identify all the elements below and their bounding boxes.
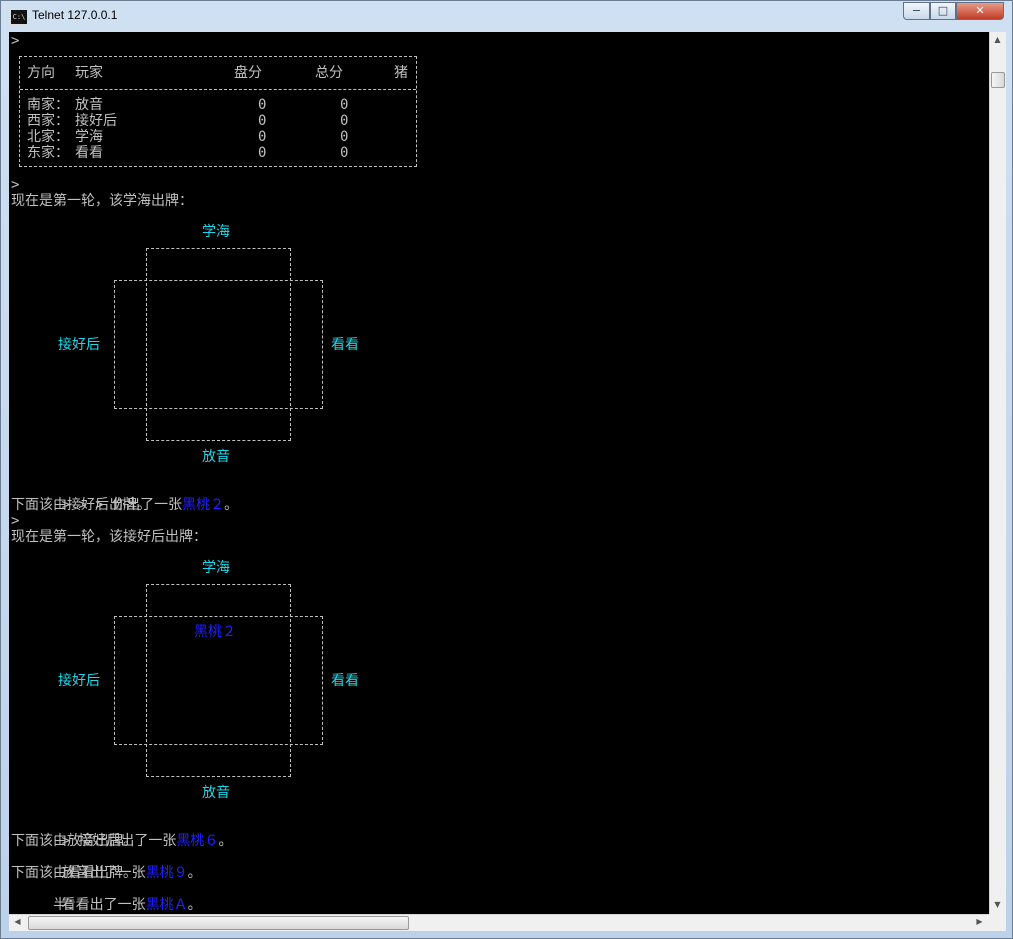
seat-north: 学海 <box>202 224 230 240</box>
card-name: 黑桃２ <box>182 497 225 513</box>
card-name: 黑桃９ <box>145 865 188 881</box>
row-round-score: 0 <box>258 129 267 145</box>
console-app-icon[interactable]: C:\ <box>10 9 28 25</box>
seat-north: 学海 <box>202 560 230 576</box>
row-direction: 北家： <box>27 129 69 145</box>
console-output[interactable]: > 方向 玩家 盘分 总分 猪 南家： 放音 0 0 西家： 接好后 0 0 北… <box>9 32 989 914</box>
close-button[interactable]: ✕ <box>956 2 1004 20</box>
card-name: 黑桃６ <box>176 833 219 849</box>
row-player: 放音 <box>75 97 103 113</box>
prompt-line: > <box>11 177 20 193</box>
header-player: 玩家 <box>75 65 103 81</box>
arrow-left-icon[interactable]: ◀ <box>10 917 25 926</box>
next-turn: 下面该由放音出牌。 <box>11 833 137 849</box>
row-total-score: 0 <box>340 129 349 145</box>
row-direction: 西家： <box>27 113 69 129</box>
round-status: 现在是第一轮，该学海出牌： <box>11 193 193 209</box>
minimize-button[interactable]: − <box>903 2 930 20</box>
title-bar[interactable]: C:\ Telnet 127.0.0.1 − □ ✕ <box>1 1 1012 31</box>
score-table: 方向 玩家 盘分 总分 猪 南家： 放音 0 0 西家： 接好后 0 0 北家：… <box>19 56 417 167</box>
row-total-score: 0 <box>340 145 349 161</box>
telnet-window: C:\ Telnet 127.0.0.1 − □ ✕ > 方向 玩家 盘分 总分… <box>0 0 1013 939</box>
seat-east: 看看 <box>331 673 359 689</box>
row-player: 接好后 <box>75 113 117 129</box>
table-divider <box>20 89 416 90</box>
horizontal-scroll-thumb[interactable] <box>28 916 409 930</box>
vertical-scrollbar[interactable]: ▲ ▼ <box>989 32 1006 914</box>
round-status: 现在是第一轮，该接好后出牌： <box>11 529 207 545</box>
row-total-score: 0 <box>340 97 349 113</box>
table-horizontal-frame <box>114 280 323 409</box>
header-pig: 猪 <box>394 65 408 81</box>
next-turn: 下面该由看看出牌。 <box>11 865 137 881</box>
row-round-score: 0 <box>258 145 267 161</box>
prompt-line: > <box>11 513 20 529</box>
seat-south: 放音 <box>202 449 230 465</box>
header-round-score: 盘分 <box>234 65 262 81</box>
vertical-scroll-thumb[interactable] <box>991 72 1005 88</box>
row-round-score: 0 <box>258 113 267 129</box>
arrow-down-icon[interactable]: ▼ <box>990 900 1005 909</box>
maximize-button[interactable]: □ <box>930 2 956 20</box>
row-direction: 南家： <box>27 97 69 113</box>
header-direction: 方向 <box>27 65 55 81</box>
row-total-score: 0 <box>340 113 349 129</box>
next-turn: 下面该由接好后出牌。 <box>11 497 151 513</box>
card-name: 黑桃Ａ <box>145 897 188 913</box>
row-direction: 东家： <box>27 145 69 161</box>
seat-south: 放音 <box>202 785 230 801</box>
row-player: 看看 <box>75 145 103 161</box>
row-player: 学海 <box>75 129 103 145</box>
partial-line: 半： <box>11 897 82 913</box>
arrow-right-icon[interactable]: ▶ <box>972 917 987 926</box>
arrow-up-icon[interactable]: ▲ <box>990 35 1005 44</box>
prompt-line: > <box>11 33 20 49</box>
seat-east: 看看 <box>331 337 359 353</box>
played-card: 黑桃２ <box>194 624 236 640</box>
resize-grip[interactable] <box>989 914 1006 931</box>
seat-west: 接好后 <box>58 337 100 353</box>
horizontal-scrollbar[interactable]: ◀ ▶ <box>9 914 989 931</box>
header-total-score: 总分 <box>315 65 343 81</box>
window-title: Telnet 127.0.0.1 <box>32 8 118 22</box>
seat-west: 接好后 <box>58 673 100 689</box>
row-round-score: 0 <box>258 97 267 113</box>
